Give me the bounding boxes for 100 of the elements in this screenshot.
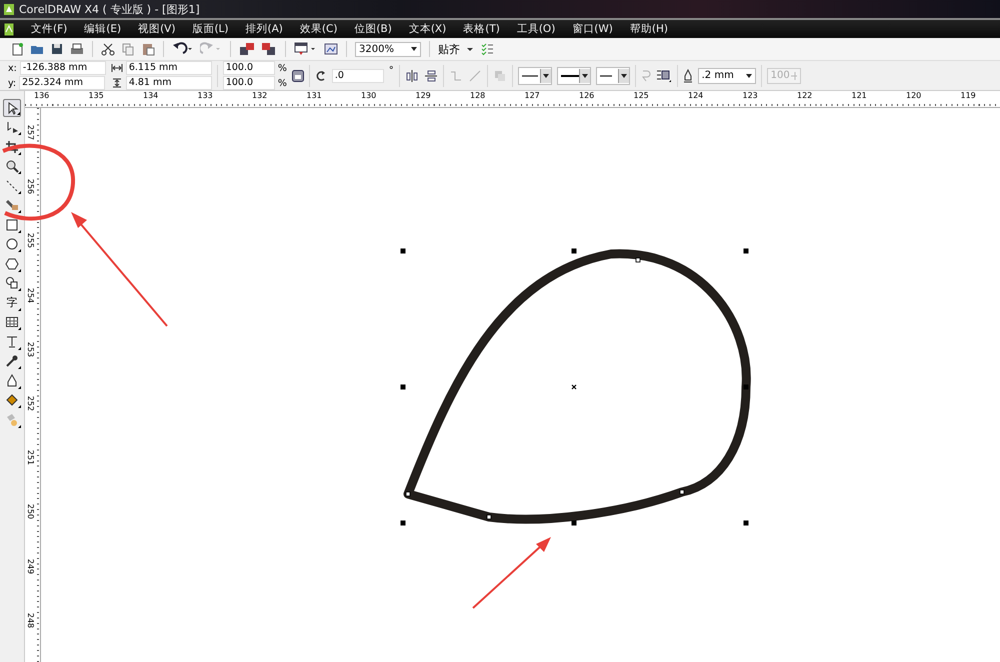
zoom-dropdown[interactable]: 3200% (355, 42, 421, 56)
ruler-label: 123 (742, 91, 758, 100)
crop-icon (5, 140, 19, 154)
ruler-label: 136 (34, 91, 50, 100)
ruler-label: 256 (26, 179, 36, 194)
degree-sign: ° (388, 65, 394, 76)
menu-item[interactable]: 效果(C) (292, 22, 344, 36)
shapes-icon (5, 276, 19, 290)
tool-button[interactable] (3, 274, 21, 292)
menu-item[interactable]: 文件(F) (24, 22, 74, 36)
node-handle[interactable] (486, 514, 492, 520)
node-handle[interactable] (680, 490, 684, 494)
mirror-horizontal-icon[interactable] (404, 68, 419, 82)
teardrop-shape[interactable] (404, 250, 751, 524)
import-icon[interactable] (239, 42, 255, 56)
menu-item[interactable]: 文本(X) (402, 22, 454, 36)
smart-fill-icon (5, 198, 19, 212)
tool-button[interactable] (3, 99, 21, 116)
ruler-label: 132 (252, 91, 268, 100)
menu-item[interactable]: 编辑(E) (77, 22, 128, 36)
selection-handle[interactable] (400, 384, 406, 390)
ruler-label: 119 (960, 91, 976, 100)
selection-handle[interactable] (744, 248, 748, 254)
spin-icon (790, 70, 797, 80)
window-title: CorelDRAW X4 ( 专业版 ) - [图形1] (19, 2, 200, 16)
dotted-line-icon (5, 178, 19, 193)
menu-item[interactable]: 版面(L) (185, 22, 236, 36)
menu-item[interactable]: 帮助(H) (622, 22, 675, 36)
curve-icon (640, 68, 651, 82)
node-handle[interactable] (406, 492, 410, 496)
undo-icon[interactable] (172, 42, 194, 56)
selection-handle[interactable] (400, 248, 406, 254)
ruler-label: 135 (88, 91, 104, 100)
outline-width-dropdown[interactable]: .2 mm (698, 68, 756, 84)
text-tool-glyph: 字 (6, 295, 18, 310)
ruler-label: 253 (26, 342, 36, 357)
selection-handle[interactable] (744, 384, 748, 390)
ruler-label: 127 (524, 91, 540, 100)
y-label: y: (8, 78, 16, 88)
launcher-icon[interactable] (324, 42, 338, 56)
save-icon[interactable] (50, 42, 64, 56)
ruler-label: 255 (26, 233, 36, 249)
wrap-text-icon[interactable] (656, 68, 672, 82)
snap-button[interactable]: 贴齐 (438, 42, 460, 56)
menu-item[interactable]: 排列(A) (238, 22, 290, 36)
selection-handle[interactable] (400, 520, 406, 526)
selection-handle[interactable] (572, 248, 576, 254)
ruler-label: 125 (634, 91, 649, 100)
ruler-label: 134 (143, 91, 158, 100)
x-label: x: (8, 62, 17, 74)
paste-icon[interactable] (141, 42, 155, 56)
print-icon[interactable] (70, 42, 84, 56)
pdf-icon[interactable] (294, 42, 318, 56)
bucket-icon (5, 393, 19, 408)
tool-button[interactable] (3, 138, 21, 156)
end-arrow-dropdown[interactable] (596, 66, 630, 84)
scale-x-field[interactable]: 100.0 (222, 61, 275, 75)
line-style-dropdown[interactable] (556, 66, 591, 84)
menu-item[interactable]: 表格(T) (456, 22, 507, 36)
y-position-field[interactable]: 252.324 mm (19, 76, 106, 90)
ruler-label: 257 (26, 124, 36, 140)
menu-item[interactable]: 位图(B) (347, 22, 399, 36)
percent-sign: % (278, 62, 287, 74)
x-position-field[interactable]: -126.388 mm (20, 61, 106, 75)
ruler-label: 128 (470, 91, 486, 100)
options-icon[interactable] (480, 42, 494, 56)
menu-item[interactable]: 视图(V) (131, 22, 182, 36)
ruler-label: 251 (26, 450, 36, 466)
lock-icon[interactable] (292, 70, 304, 82)
ruler-label: 248 (26, 612, 36, 628)
ruler-label: 124 (688, 91, 704, 100)
interactive-fill-icon (5, 412, 19, 427)
scale-y-field[interactable]: 100.0 (222, 76, 275, 90)
export-icon[interactable] (261, 42, 277, 56)
start-arrow-dropdown[interactable] (518, 66, 552, 84)
height-icon (110, 78, 123, 88)
center-mark-icon (571, 384, 577, 390)
zoom-icon (5, 159, 19, 174)
rectangle-icon (5, 218, 19, 232)
width-field[interactable]: 6.115 mm (126, 61, 212, 75)
shape-tool-icon (5, 120, 19, 134)
cut-icon[interactable] (101, 42, 115, 56)
tool-button[interactable]: 字 (3, 294, 21, 312)
node-handle[interactable] (636, 258, 640, 262)
selection-handle[interactable] (572, 520, 576, 526)
menu-item[interactable]: 工具(O) (510, 22, 562, 36)
rotation-field[interactable]: .0 (332, 68, 384, 82)
menu-item[interactable]: 窗口(W) (565, 22, 620, 36)
ruler-label: 130 (361, 91, 376, 100)
mirror-vertical-icon[interactable] (424, 68, 438, 82)
selection-handle[interactable] (744, 520, 748, 526)
ruler-label: 126 (579, 91, 594, 100)
document-icon[interactable] (4, 22, 14, 36)
copy-icon[interactable] (121, 42, 135, 56)
ruler-label: 129 (416, 91, 431, 100)
height-field[interactable]: 4.81 mm (126, 76, 212, 90)
node-icon (448, 68, 463, 82)
line-icon (468, 68, 482, 82)
new-document-icon[interactable] (10, 42, 24, 56)
dimension-icon (5, 334, 19, 349)
